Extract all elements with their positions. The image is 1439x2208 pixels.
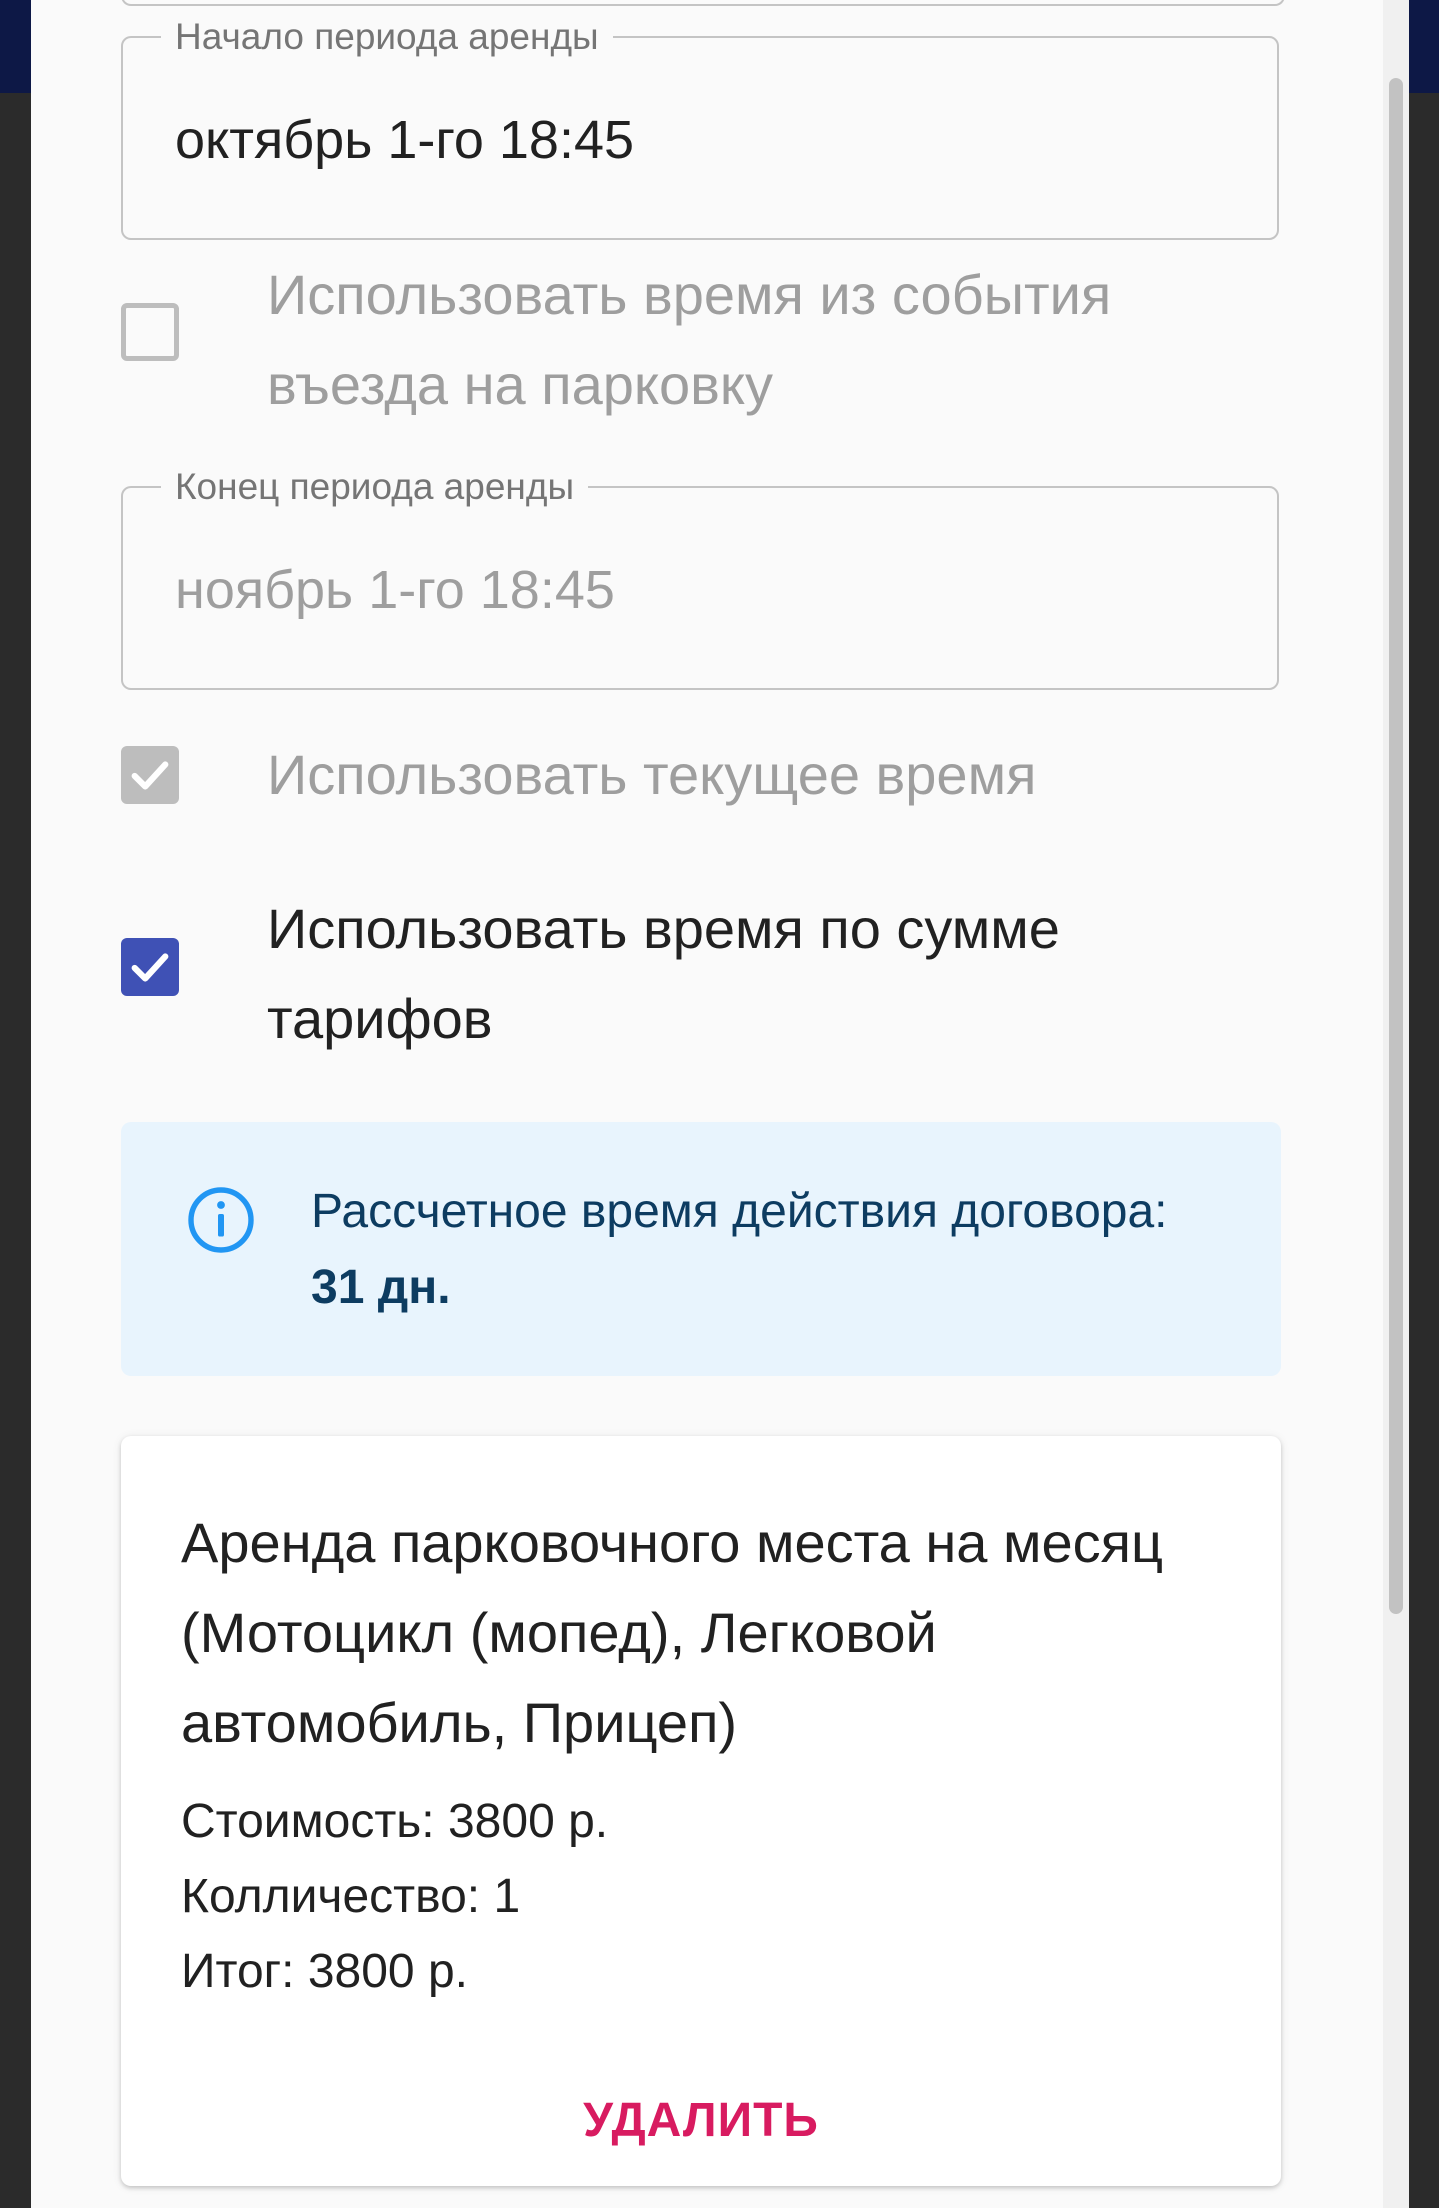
contract-duration-alert: Рассчетное время действия договора: 31 д… (121, 1122, 1281, 1376)
contract-duration-value: 31 дн. (311, 1261, 451, 1314)
scrollbar[interactable] (1383, 0, 1409, 2208)
previous-field-edge (121, 0, 1285, 6)
entry-time-label: Использовать время из события въезда на … (267, 263, 1112, 416)
rental-end-value[interactable]: ноябрь 1-го 18:45 (175, 558, 615, 622)
tariff-quantity: Колличество: 1 (181, 1870, 521, 1923)
info-icon (188, 1187, 254, 1253)
entry-time-checkbox[interactable] (121, 303, 179, 361)
tariff-total: Итог: 3800 р. (181, 1945, 468, 1998)
contract-duration-prefix: Рассчетное время действия договора: (311, 1185, 1168, 1238)
check-icon (131, 761, 169, 790)
delete-tariff-button[interactable]: УДАЛИТЬ (121, 2076, 1281, 2166)
rental-dialog: Начало периода аренды октябрь 1-го 18:45… (31, 0, 1409, 2208)
entry-time-option[interactable]: Использовать время из события въезда на … (121, 250, 1281, 430)
tariff-title: Аренда парковочного места на месяц (Мото… (181, 1511, 1164, 1754)
rental-start-label: Начало периода аренды (161, 16, 613, 58)
backdrop-right (1408, 93, 1439, 2208)
rental-start-value[interactable]: октябрь 1-го 18:45 (175, 108, 634, 172)
tariff-sum-option[interactable]: Использовать время по сумме тарифов (121, 884, 1281, 1064)
scrollbar-thumb[interactable] (1389, 78, 1403, 1614)
rental-start-field[interactable]: Начало периода аренды октябрь 1-го 18:45 (121, 16, 1279, 240)
backdrop-left (0, 93, 31, 2208)
rental-end-label: Конец периода аренды (161, 466, 589, 508)
tariff-cost: Стоимость: 3800 р. (181, 1795, 609, 1848)
rental-end-field[interactable]: Конец периода аренды ноябрь 1-го 18:45 (121, 466, 1279, 690)
tariff-card: Аренда парковочного места на месяц (Мото… (121, 1436, 1281, 2186)
tariff-sum-label: Использовать время по сумме тарифов (267, 897, 1060, 1050)
current-time-option[interactable]: Использовать текущее время (121, 730, 1281, 820)
tariff-sum-checkbox[interactable] (121, 938, 179, 996)
contract-duration-text: Рассчетное время действия договора: 31 д… (311, 1174, 1211, 1326)
check-icon (131, 953, 169, 982)
current-time-label: Использовать текущее время (267, 743, 1037, 806)
current-time-checkbox[interactable] (121, 746, 179, 804)
